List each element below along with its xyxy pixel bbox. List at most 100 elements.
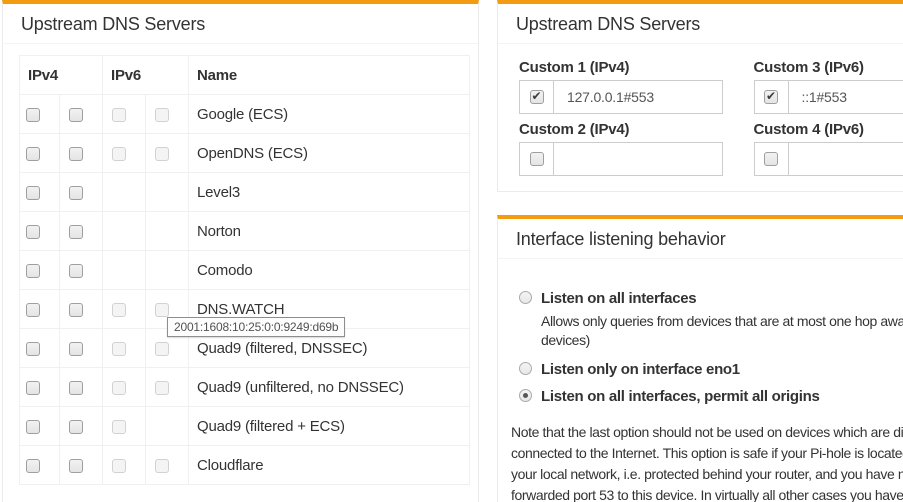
- table-row: Level3: [19, 172, 470, 212]
- ipv6-checkbox[interactable]: [112, 341, 126, 356]
- ipv6-address-tooltip: 2001:1608:10:25:0:0:9249:d69b: [167, 317, 346, 337]
- radio-option-label: Listen only on interface eno1: [541, 361, 740, 378]
- dns-provider-name: Google (ECS): [197, 105, 288, 123]
- note-line: Note that the last option should not be …: [511, 424, 903, 440]
- description-line: devices): [541, 332, 590, 348]
- ipv6-checkbox[interactable]: [155, 107, 169, 122]
- radio-option-description: Allows only queries from devices that ar…: [541, 312, 903, 350]
- custom-dns-input[interactable]: [553, 80, 723, 114]
- custom-dns-input[interactable]: [787, 142, 903, 176]
- ipv4-checkbox[interactable]: [69, 107, 83, 122]
- ipv4-checkbox[interactable]: [26, 107, 40, 122]
- description-line: Allows only queries from devices that ar…: [541, 313, 903, 329]
- table-header-row: IPv4 IPv6 Name: [19, 55, 470, 95]
- table-row: Google (ECS): [19, 94, 470, 134]
- ipv4-checkbox[interactable]: [69, 419, 83, 434]
- column-header-ipv6: IPv6: [102, 55, 189, 95]
- dns-provider-name: OpenDNS (ECS): [197, 144, 308, 162]
- panel-title: Upstream DNS Servers: [498, 4, 903, 44]
- custom-dns-label: Custom 2 (IPv4): [519, 121, 630, 138]
- custom-dns-group: Custom 3 (IPv6): [753, 59, 903, 114]
- ipv4-checkbox[interactable]: [26, 419, 40, 434]
- note-line: your local network, i.e. protected behin…: [511, 466, 903, 482]
- custom-dns-label: Custom 3 (IPv6): [753, 59, 865, 76]
- ipv4-checkbox[interactable]: [69, 302, 83, 317]
- table-row: Cloudflare: [19, 445, 470, 485]
- ipv4-checkbox[interactable]: [26, 341, 40, 356]
- custom-dns-checkbox[interactable]: [764, 152, 778, 166]
- ipv4-checkbox[interactable]: [69, 263, 83, 278]
- ipv4-checkbox[interactable]: [69, 458, 83, 473]
- custom-dns-input[interactable]: [553, 142, 723, 176]
- dns-provider-name: Quad9 (filtered, DNSSEC): [197, 339, 368, 357]
- dns-provider-name: Level3: [197, 183, 241, 201]
- ipv6-checkbox[interactable]: [112, 107, 126, 122]
- dns-servers-table: IPv4 IPv6 Name Google (ECS) OpenDNS (ECS…: [19, 55, 470, 485]
- dns-provider-name: Cloudflare: [197, 456, 264, 474]
- radio-option-row: Listen on all interfaces, permit all ori…: [519, 387, 903, 406]
- ipv6-checkbox[interactable]: [155, 341, 169, 356]
- custom-column-ipv4: Custom 1 (IPv4) Custom 2 (IPv4): [519, 59, 723, 183]
- checkbox-addon: [753, 142, 788, 176]
- checkbox-addon: [753, 80, 788, 114]
- panel-title: Interface listening behavior: [498, 219, 903, 259]
- ipv4-checkbox[interactable]: [69, 185, 83, 200]
- radio-button[interactable]: [519, 389, 532, 402]
- custom-column-ipv6: Custom 3 (IPv6) Custom 4 (IPv6): [753, 59, 903, 183]
- custom-dns-group: Custom 1 (IPv4): [519, 59, 723, 114]
- dns-provider-name: Quad9 (unfiltered, no DNSSEC): [197, 378, 404, 396]
- note-line: forwarded port 53 to this device. In vir…: [511, 487, 903, 502]
- ipv6-checkbox[interactable]: [112, 458, 126, 473]
- radio-options-container: Listen on all interfaces Allows only que…: [498, 259, 903, 502]
- custom-dns-group: Custom 2 (IPv4): [519, 121, 723, 176]
- ipv4-checkbox[interactable]: [69, 224, 83, 239]
- ipv4-checkbox[interactable]: [69, 341, 83, 356]
- ipv6-checkbox[interactable]: [155, 458, 169, 473]
- custom-dns-checkbox[interactable]: [529, 89, 544, 104]
- firewall-note: Note that the last option should not be …: [511, 422, 903, 502]
- table-row: Quad9 (filtered + ECS): [19, 406, 470, 446]
- ipv4-checkbox[interactable]: [26, 185, 40, 200]
- ipv6-checkbox[interactable]: [155, 302, 169, 317]
- ipv6-checkbox[interactable]: [112, 302, 126, 317]
- ipv4-checkbox[interactable]: [69, 380, 83, 395]
- ipv6-checkbox[interactable]: [112, 419, 126, 434]
- upstream-dns-servers-panel: Upstream DNS Servers IPv4 IPv6 Name Goog…: [2, 0, 479, 502]
- dns-provider-name: Norton: [197, 222, 241, 240]
- table-row: Norton: [19, 211, 470, 251]
- ipv4-checkbox[interactable]: [26, 224, 40, 239]
- ipv4-checkbox[interactable]: [26, 380, 40, 395]
- ipv6-checkbox[interactable]: [112, 380, 126, 395]
- radio-option-label: Listen on all interfaces, permit all ori…: [541, 388, 820, 405]
- interface-listening-panel: Interface listening behavior Listen on a…: [497, 215, 903, 502]
- ipv6-checkbox[interactable]: [155, 146, 169, 161]
- custom-dns-label: Custom 4 (IPv6): [753, 121, 865, 138]
- checkbox-addon: [519, 80, 553, 114]
- dns-provider-name: Quad9 (filtered + ECS): [197, 417, 345, 435]
- custom-dns-checkbox[interactable]: [764, 89, 778, 104]
- radio-option-label: Listen on all interfaces: [541, 290, 697, 307]
- ipv4-checkbox[interactable]: [26, 146, 40, 161]
- ipv6-checkbox[interactable]: [155, 380, 169, 395]
- note-line: connected to the Internet. This option i…: [511, 445, 903, 461]
- ipv4-checkbox[interactable]: [26, 302, 40, 317]
- custom-dns-checkbox[interactable]: [529, 152, 544, 166]
- radio-option-row: Listen on all interfaces: [519, 289, 903, 308]
- panel-body: IPv4 IPv6 Name Google (ECS) OpenDNS (ECS…: [3, 44, 478, 502]
- table-row: Comodo: [19, 250, 470, 290]
- ipv4-checkbox[interactable]: [26, 458, 40, 473]
- ipv6-checkbox[interactable]: [112, 146, 126, 161]
- column-header-ipv4: IPv4: [19, 55, 103, 95]
- ipv4-checkbox[interactable]: [26, 263, 40, 278]
- custom-dns-label: Custom 1 (IPv4): [519, 59, 630, 76]
- radio-button[interactable]: [519, 291, 532, 304]
- custom-dns-group: Custom 4 (IPv6): [753, 121, 903, 176]
- ipv4-checkbox[interactable]: [69, 146, 83, 161]
- radio-option-row: Listen only on interface eno1: [519, 360, 903, 379]
- table-row: Quad9 (unfiltered, no DNSSEC): [19, 367, 470, 407]
- radio-button[interactable]: [519, 362, 532, 375]
- dns-provider-name: Comodo: [197, 261, 253, 279]
- custom-dns-input[interactable]: [787, 80, 903, 114]
- panel-title: Upstream DNS Servers: [3, 4, 478, 44]
- table-row: OpenDNS (ECS): [19, 133, 470, 173]
